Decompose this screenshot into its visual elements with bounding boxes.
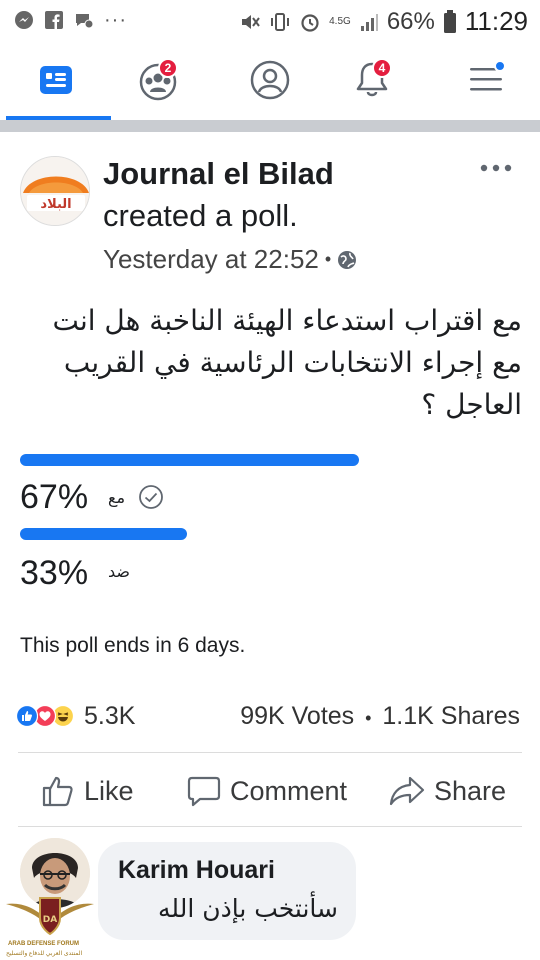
nav-news-feed[interactable] xyxy=(30,56,82,104)
poll-question: مع اقتراب استدعاء الهيئة الناخبة هل انت … xyxy=(52,304,522,421)
forum-emblem-icon: DA xyxy=(6,897,94,936)
thumbs-up-icon xyxy=(42,776,73,807)
poll-ends-text: This poll ends in 6 days. xyxy=(20,634,246,657)
divider xyxy=(18,826,522,827)
poll-percent-1: 67% xyxy=(20,478,89,516)
menu-indicator-dot xyxy=(494,60,506,72)
status-bar: ··· 4.5G 66% 11:29 xyxy=(0,0,540,42)
network-type: 4.5G xyxy=(329,15,351,27)
time-separator: • xyxy=(324,249,332,269)
watermark-subtitle: المنتدى العربي للدفاع والتسليح xyxy=(6,951,83,957)
chat-notification-icon xyxy=(76,14,94,29)
notifications-badge: 4 xyxy=(372,58,392,78)
status-more: ··· xyxy=(104,9,127,31)
globe-icon xyxy=(338,250,357,269)
like-reaction-icon xyxy=(16,705,38,727)
comment-author[interactable]: Karim Houari xyxy=(118,856,275,885)
top-navigation: 2 4 xyxy=(0,42,540,120)
share-label: Share xyxy=(434,775,507,806)
signal-icon xyxy=(360,13,378,31)
like-button[interactable]: Like xyxy=(40,770,134,812)
post-action-text: created a poll. xyxy=(103,198,298,233)
like-label: Like xyxy=(84,775,134,806)
comment-text: سأنتخب بإذن الله xyxy=(158,894,338,923)
divider xyxy=(18,752,522,753)
post-time-text: Yesterday at 22:52 xyxy=(103,244,319,274)
reactions-summary[interactable]: 5.3K xyxy=(16,700,135,732)
check-circle-icon xyxy=(139,485,163,509)
vibrate-icon xyxy=(271,12,290,31)
share-arrow-icon xyxy=(389,776,425,806)
watermark-title: ARAB DEFENSE FORUM xyxy=(8,941,80,947)
shares-count[interactable]: 1.1K Shares xyxy=(382,702,520,730)
engagement-stats[interactable]: 99K Votes • 1.1K Shares xyxy=(240,702,520,731)
poll-label-1: مع xyxy=(108,488,126,507)
share-button[interactable]: Share xyxy=(388,770,506,812)
groups-badge: 2 xyxy=(158,58,178,78)
reaction-count: 5.3K xyxy=(84,701,136,730)
post-timestamp[interactable]: Yesterday at 22:52 • xyxy=(103,244,357,275)
poll-bar-2 xyxy=(20,528,187,540)
page-logo-icon: البلاد xyxy=(21,157,89,225)
alarm-icon xyxy=(301,13,319,32)
messenger-icon xyxy=(15,11,33,29)
poll-label-2: ضد xyxy=(108,562,130,581)
clock: 11:29 xyxy=(464,6,528,36)
page-name[interactable]: Journal el Bilad xyxy=(103,156,334,192)
page-avatar[interactable]: البلاد xyxy=(20,156,90,226)
comment-bubble-icon xyxy=(187,776,221,807)
profile-icon xyxy=(250,60,290,100)
facebook-icon xyxy=(45,11,63,29)
battery-percent: 66% xyxy=(386,7,435,35)
status-right: 4.5G 66% 11:29 xyxy=(239,6,528,37)
mute-icon xyxy=(242,14,260,29)
status-left-icons: ··· xyxy=(14,10,127,30)
poll-bar-1 xyxy=(20,454,359,466)
stats-separator: • xyxy=(365,708,372,728)
comment-button[interactable]: Comment xyxy=(186,770,347,812)
news-feed-icon xyxy=(40,66,72,94)
poll-percent-2: 33% xyxy=(20,554,89,592)
nav-menu[interactable] xyxy=(460,56,512,104)
section-divider xyxy=(0,120,540,132)
nav-notifications[interactable]: 4 xyxy=(346,56,398,104)
comment-label: Comment xyxy=(230,775,348,806)
battery-icon xyxy=(443,9,456,33)
nav-groups[interactable]: 2 xyxy=(132,56,184,104)
page-logo-text: البلاد xyxy=(40,197,71,212)
more-options-icon[interactable] xyxy=(478,158,514,178)
emblem-mark: DA xyxy=(43,915,57,925)
votes-count[interactable]: 99K Votes xyxy=(240,702,354,730)
nav-profile[interactable] xyxy=(244,56,296,104)
